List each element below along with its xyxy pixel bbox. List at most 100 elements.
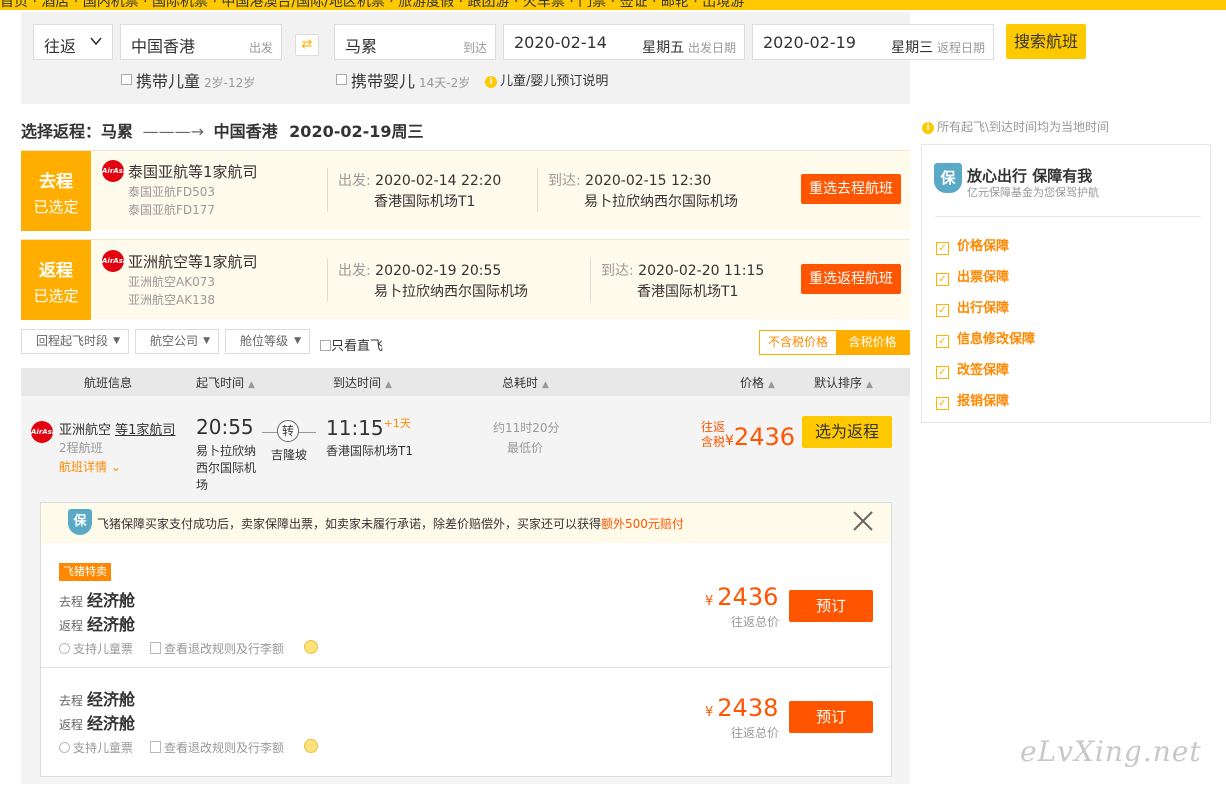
document-icon: [150, 642, 161, 654]
outbound-tag-status: 已选定: [33, 198, 79, 216]
direct-only-checkbox[interactable]: 只看直飞: [320, 335, 383, 354]
flight-detail-link[interactable]: 航班详情 ⌄: [59, 458, 121, 475]
flight-airline-name: 亚洲航空: [59, 423, 112, 438]
search-flights-button[interactable]: 搜索航班: [1006, 24, 1086, 59]
inbound-arr-airport: 香港国际机场T1: [637, 284, 739, 300]
sort-duration[interactable]: 总耗时 ▲: [502, 374, 549, 391]
sidebar-item-reimburse-guarantee[interactable]: ✓ 报销保障: [936, 390, 1009, 410]
select-return-button[interactable]: 选为返程: [802, 416, 892, 448]
checkbox-icon: [320, 340, 331, 351]
tax-included-option[interactable]: 含税价格: [836, 331, 909, 354]
flight-dep-time: 20:55: [196, 415, 254, 439]
inbound-tag: 返程 已选定: [21, 240, 91, 320]
offer-price-sub: 往返总价: [731, 615, 780, 629]
sidebar-item-label: 报销保障: [957, 394, 1010, 409]
route-prefix: 选择返程：马累: [21, 122, 134, 141]
col-price-label: 价格: [740, 376, 765, 390]
sidebar-item-label: 出票保障: [957, 270, 1010, 285]
outbound-dep-value: 2020-02-14 22:20: [375, 173, 502, 189]
col-dep-label: 起飞时间: [196, 376, 245, 390]
offer-price: ¥2438: [705, 694, 778, 722]
shield-icon: 保: [934, 163, 962, 193]
check-icon: ✓: [936, 242, 949, 255]
reselect-outbound-button[interactable]: 重选去程航班: [801, 174, 901, 204]
flight-airline-more[interactable]: 等1家航司: [115, 423, 175, 438]
trip-type-select[interactable]: 往返: [33, 24, 113, 60]
infant-checkbox[interactable]: 携带婴儿 14天-2岁: [336, 68, 470, 92]
infant-label: 携带婴儿: [351, 72, 416, 91]
divider: [41, 667, 891, 668]
inbound-dep-airport: 易卜拉欣纳西尔国际机场: [374, 284, 528, 300]
depart-date-input[interactable]: 2020-02-14 星期五 出发日期: [503, 24, 745, 60]
to-city-input[interactable]: 马累 到达: [334, 24, 496, 60]
inbound-arr-time: 到达: 2020-02-20 11:15: [601, 260, 764, 280]
tax-excluded-option[interactable]: 不含税价格: [760, 331, 836, 354]
filter-cabin-select[interactable]: 舱位等级 ▼: [225, 329, 310, 354]
to-city-label: 到达: [462, 41, 487, 55]
book-button[interactable]: 预订: [789, 701, 873, 733]
infant-age: 14天-2岁: [419, 76, 471, 90]
refund-rules-label: 查看退改规则及行李额: [164, 741, 285, 755]
divider: [327, 168, 328, 212]
caret-down-icon: ▼: [113, 336, 120, 346]
plus-day-badge: +1天: [383, 417, 411, 430]
reselect-inbound-button[interactable]: 重选返程航班: [801, 264, 901, 294]
depart-weekday: 星期五: [642, 40, 685, 56]
sidebar-item-label: 信息修改保障: [957, 332, 1036, 347]
return-date-input[interactable]: 2020-02-19 星期三 返程日期: [752, 24, 994, 60]
depart-date-value: 2020-02-14: [514, 33, 607, 52]
book-button[interactable]: 预订: [789, 590, 873, 622]
offer-price-value: 2438: [717, 694, 779, 722]
flight-detail-label: 航班详情: [59, 460, 108, 474]
booking-info-link[interactable]: i 儿童/婴儿预订说明: [485, 70, 608, 89]
from-city-label: 出发: [248, 41, 273, 55]
divider: [590, 258, 591, 302]
offer-ret-cabin: 返程 经济舱: [59, 710, 135, 734]
offer-price-value: 2436: [717, 583, 779, 611]
check-icon: ✓: [936, 273, 949, 286]
sidebar-item-rebook-guarantee[interactable]: ✓ 改签保障: [936, 359, 1009, 379]
guarantee-text: 飞猪保障买家支付成功后，卖家保障出票，如卖家未履行承诺，除差价赔偿外，买家还可以…: [97, 515, 684, 532]
inbound-arr-value: 2020-02-20 11:15: [638, 263, 765, 279]
col-dur-label: 总耗时: [502, 376, 539, 390]
filter-time-label: 回程起飞时段: [36, 334, 109, 348]
flight-dep-airport: 易卜拉欣纳西尔国际机场: [196, 444, 257, 492]
airasia-logo-icon: AirAsia: [102, 250, 130, 272]
sort-up-icon: ▲: [248, 380, 255, 390]
child-checkbox[interactable]: 携带儿童 2岁-12岁: [121, 68, 255, 92]
flight-price: ¥2436: [725, 423, 795, 451]
sidebar-item-travel-guarantee[interactable]: ✓ 出行保障: [936, 297, 1009, 317]
sidebar-item-info-change-guarantee[interactable]: ✓ 信息修改保障: [936, 328, 1035, 348]
sidebar-item-ticket-guarantee[interactable]: ✓ 出票保障: [936, 266, 1009, 286]
offer-out-cabin: 去程 经济舱: [59, 587, 135, 611]
fliggy-sale-badge: 飞猪特卖: [59, 563, 111, 581]
child-ticket-label: 支持儿童票: [73, 741, 134, 755]
filter-airline-select[interactable]: 航空公司 ▼: [135, 329, 219, 354]
divider: [327, 258, 328, 302]
local-time-text: 所有起飞\到达时间均为当地时间: [937, 120, 1110, 134]
sidebar-item-price-guarantee[interactable]: ✓ 价格保障: [936, 235, 1009, 255]
price-label: 往返 含税: [701, 420, 725, 450]
out-label: 去程: [59, 595, 84, 609]
out-cabin-value: 经济舱: [87, 690, 136, 709]
sort-default[interactable]: 默认排序 ▲: [814, 374, 873, 391]
close-icon[interactable]: [852, 510, 874, 536]
top-nav-links[interactable]: 首页 · 酒店 · 国内机票 · 国际机票 · 中国港澳台/国际/地区机票 · …: [0, 0, 744, 10]
chevron-down-icon: ⌄: [110, 460, 121, 474]
airasia-logo-icon: AirAsia: [31, 421, 59, 443]
from-city-input[interactable]: 中国香港 出发: [120, 24, 282, 60]
swap-cities-icon[interactable]: ⇄: [295, 34, 319, 56]
from-city-value: 中国香港: [131, 37, 196, 56]
sort-dep-time[interactable]: 起飞时间 ▲: [196, 374, 255, 391]
filter-time-select[interactable]: 回程起飞时段 ▼: [21, 329, 129, 354]
route-arrow-icon: ———→: [142, 122, 204, 141]
refund-rules-link[interactable]: 查看退改规则及行李额: [150, 739, 284, 756]
info-icon: i: [922, 122, 934, 134]
sort-arr-time[interactable]: 到达时间 ▲: [333, 374, 392, 391]
sidebar-item-label: 出行保障: [957, 301, 1010, 316]
outbound-arr-value: 2020-02-15 12:30: [585, 173, 712, 189]
checkbox-icon: [121, 74, 132, 85]
inbound-dep-time: 出发: 2020-02-19 20:55: [338, 260, 501, 280]
sort-price[interactable]: 价格 ▲: [740, 374, 775, 391]
refund-rules-link[interactable]: 查看退改规则及行李额: [150, 640, 284, 657]
